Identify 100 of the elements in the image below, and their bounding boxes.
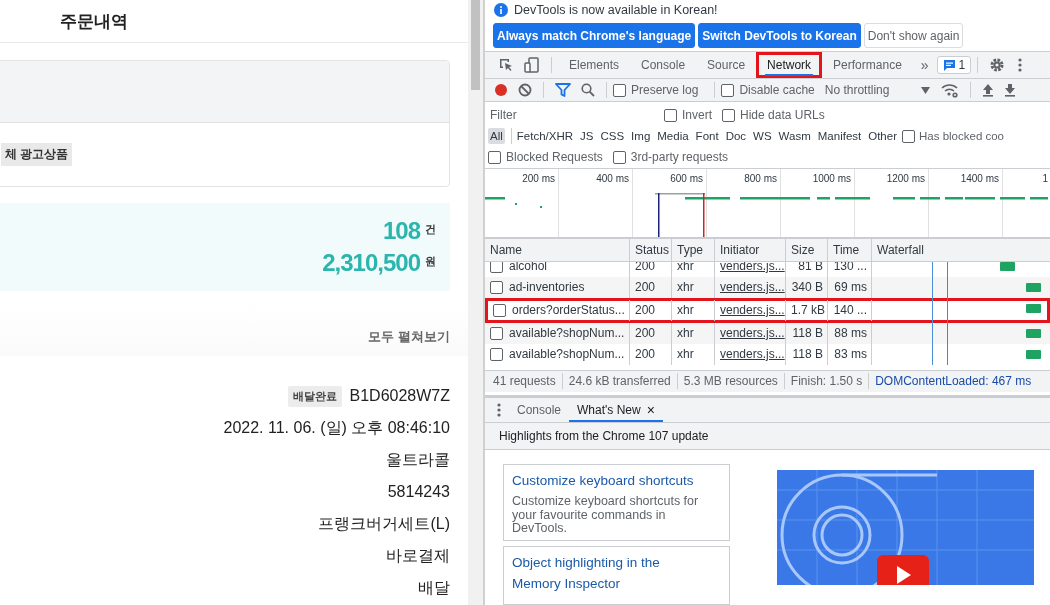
panel-tab[interactable]: Network bbox=[756, 52, 823, 79]
table-cell: 130 ... bbox=[828, 261, 872, 277]
table-row[interactable]: available?shopNum... 200 xhr venders.js... 118 B 83 ms bbox=[485, 343, 1050, 365]
status-text: 41 requests bbox=[493, 374, 556, 389]
tick-label: 400 ms bbox=[596, 172, 629, 184]
column-header[interactable]: Name bbox=[485, 238, 630, 261]
message-icon bbox=[942, 59, 956, 72]
checkbox-label[interactable]: Hide data URLs bbox=[740, 108, 825, 123]
initiator-link[interactable]: venders.js... bbox=[715, 299, 786, 321]
table-cell: xhr bbox=[672, 299, 715, 321]
drawer-headline: Highlights from the Chrome 107 update bbox=[485, 422, 1050, 450]
table-row[interactable]: available?shopNum... 200 xhr venders.js... 118 B 88 ms bbox=[485, 322, 1050, 344]
search-icon[interactable] bbox=[581, 83, 595, 98]
infobar-button[interactable]: Don't show again bbox=[863, 23, 964, 49]
table-row[interactable]: alcohol 200 xhr venders.js... 81 B 130 ... bbox=[485, 261, 1050, 277]
status-badge: 배달완료 bbox=[287, 385, 342, 407]
waterfall-bar bbox=[1026, 303, 1041, 313]
type-filter[interactable]: Doc bbox=[723, 128, 749, 145]
checkbox[interactable] bbox=[721, 83, 735, 97]
column-header[interactable]: Type bbox=[672, 238, 715, 261]
network-conditions-icon[interactable] bbox=[941, 82, 960, 98]
download-icon[interactable] bbox=[1004, 83, 1017, 98]
clear-icon[interactable] bbox=[518, 83, 532, 98]
table-cell: 140 ... bbox=[828, 299, 872, 321]
checkbox-label[interactable]: Preserve log bbox=[631, 83, 699, 98]
type-filter[interactable]: JS bbox=[578, 128, 596, 145]
checkbox[interactable] bbox=[612, 150, 626, 164]
row-checkbox[interactable] bbox=[493, 303, 506, 317]
settings-icon[interactable] bbox=[989, 57, 1006, 74]
record-icon[interactable] bbox=[494, 83, 508, 98]
filter-chip[interactable]: 체 광고상품 bbox=[1, 143, 73, 166]
column-header[interactable]: Time bbox=[828, 238, 872, 261]
summary-unit: 원 bbox=[425, 254, 436, 269]
more-tabs-button[interactable]: » bbox=[912, 57, 937, 74]
filter-icon[interactable] bbox=[555, 83, 571, 98]
drawer-tab[interactable]: What's New × bbox=[569, 397, 663, 422]
device-icon[interactable] bbox=[524, 57, 540, 74]
waterfall-bar bbox=[1000, 261, 1015, 271]
scrollbar-thumb[interactable] bbox=[471, 0, 480, 90]
type-filter[interactable]: Font bbox=[693, 128, 721, 145]
table-cell: 200 bbox=[630, 276, 672, 298]
order-detail: 울트라콜 bbox=[386, 449, 450, 470]
checkbox-label[interactable]: Invert bbox=[682, 108, 712, 123]
type-filter[interactable]: Media bbox=[655, 128, 691, 145]
type-filter[interactable]: Wasm bbox=[776, 128, 813, 145]
panel-tab[interactable]: Source bbox=[696, 52, 757, 79]
infobar-button[interactable]: Always match Chrome's language bbox=[493, 23, 696, 49]
feature-card[interactable]: Object highlighting in the Memory Inspector bbox=[503, 545, 730, 605]
feature-title[interactable]: Customize keyboard shortcuts bbox=[512, 469, 721, 492]
checkbox-label[interactable]: 3rd-party requests bbox=[630, 150, 729, 164]
column-header[interactable]: Waterfall bbox=[872, 238, 1050, 261]
row-checkbox[interactable] bbox=[490, 347, 503, 361]
table-cell: 69 ms bbox=[828, 276, 872, 298]
initiator-link[interactable]: venders.js... bbox=[715, 343, 786, 365]
inspect-icon[interactable] bbox=[498, 57, 514, 74]
expand-all-link[interactable]: 모두 펼쳐보기 bbox=[368, 327, 450, 346]
scrollbar[interactable] bbox=[468, 0, 483, 605]
column-header[interactable]: Status bbox=[630, 238, 672, 261]
panel-tab[interactable]: Performance bbox=[822, 52, 913, 79]
checkbox[interactable] bbox=[664, 108, 677, 122]
row-checkbox[interactable] bbox=[490, 261, 503, 273]
table-row[interactable]: orders?orderStatus... 200 xhr venders.js... 1.7 kB 140 ... bbox=[485, 297, 1050, 323]
drawer-tab[interactable]: Console bbox=[509, 397, 570, 422]
checkbox[interactable] bbox=[613, 83, 626, 97]
kebab-menu-icon[interactable] bbox=[1018, 58, 1023, 73]
panel-tab[interactable]: Elements bbox=[558, 52, 631, 79]
table-row[interactable]: ad-inventories 200 xhr venders.js... 340 B 69 ms bbox=[485, 276, 1050, 298]
checkbox-label[interactable]: Disable cache bbox=[739, 83, 815, 98]
initiator-link[interactable]: venders.js... bbox=[715, 276, 786, 298]
type-filter[interactable]: Manifest bbox=[815, 128, 864, 145]
type-filter[interactable]: CSS bbox=[598, 128, 627, 145]
throttling-dropdown[interactable]: No throttling bbox=[824, 83, 931, 98]
feature-title[interactable]: Object highlighting in the Memory Inspector bbox=[512, 551, 721, 595]
status-text: 24.6 kB transferred bbox=[568, 374, 671, 389]
type-filter[interactable]: All bbox=[488, 128, 505, 145]
type-filter[interactable]: Fetch/XHR bbox=[514, 128, 576, 145]
column-header[interactable]: Initiator bbox=[715, 238, 786, 261]
checkbox[interactable] bbox=[722, 108, 735, 122]
checkbox-label[interactable]: Blocked Requests bbox=[506, 150, 603, 164]
feature-card[interactable]: Customize keyboard shortcuts Customize keyboard shortcuts for your favourite commands in DevTools. bbox=[503, 463, 730, 541]
upload-icon[interactable] bbox=[982, 83, 995, 98]
initiator-link[interactable]: venders.js... bbox=[715, 261, 786, 277]
row-checkbox[interactable] bbox=[490, 326, 503, 340]
checkbox-label[interactable]: Has blocked coo bbox=[919, 130, 1005, 143]
close-icon[interactable]: × bbox=[646, 397, 655, 420]
panel-tab[interactable]: Console bbox=[630, 52, 697, 79]
initiator-link[interactable]: venders.js... bbox=[715, 322, 786, 344]
row-checkbox[interactable] bbox=[490, 280, 503, 294]
type-filter[interactable]: Img bbox=[629, 128, 653, 145]
order-detail: 배달 bbox=[418, 577, 450, 598]
table-cell: 118 B bbox=[786, 322, 828, 344]
issues-button[interactable]: 1 bbox=[936, 56, 972, 75]
infobar-button[interactable]: Switch DevTools to Korean bbox=[698, 23, 861, 49]
type-filter[interactable]: Other bbox=[866, 128, 899, 145]
checkbox[interactable] bbox=[902, 129, 915, 143]
kebab-menu-icon[interactable] bbox=[497, 402, 501, 417]
column-header[interactable]: Size bbox=[786, 238, 828, 261]
checkbox[interactable] bbox=[488, 150, 501, 164]
type-filter[interactable]: WS bbox=[751, 128, 774, 145]
info-message: DevTools is now available in Korean! bbox=[514, 3, 718, 18]
